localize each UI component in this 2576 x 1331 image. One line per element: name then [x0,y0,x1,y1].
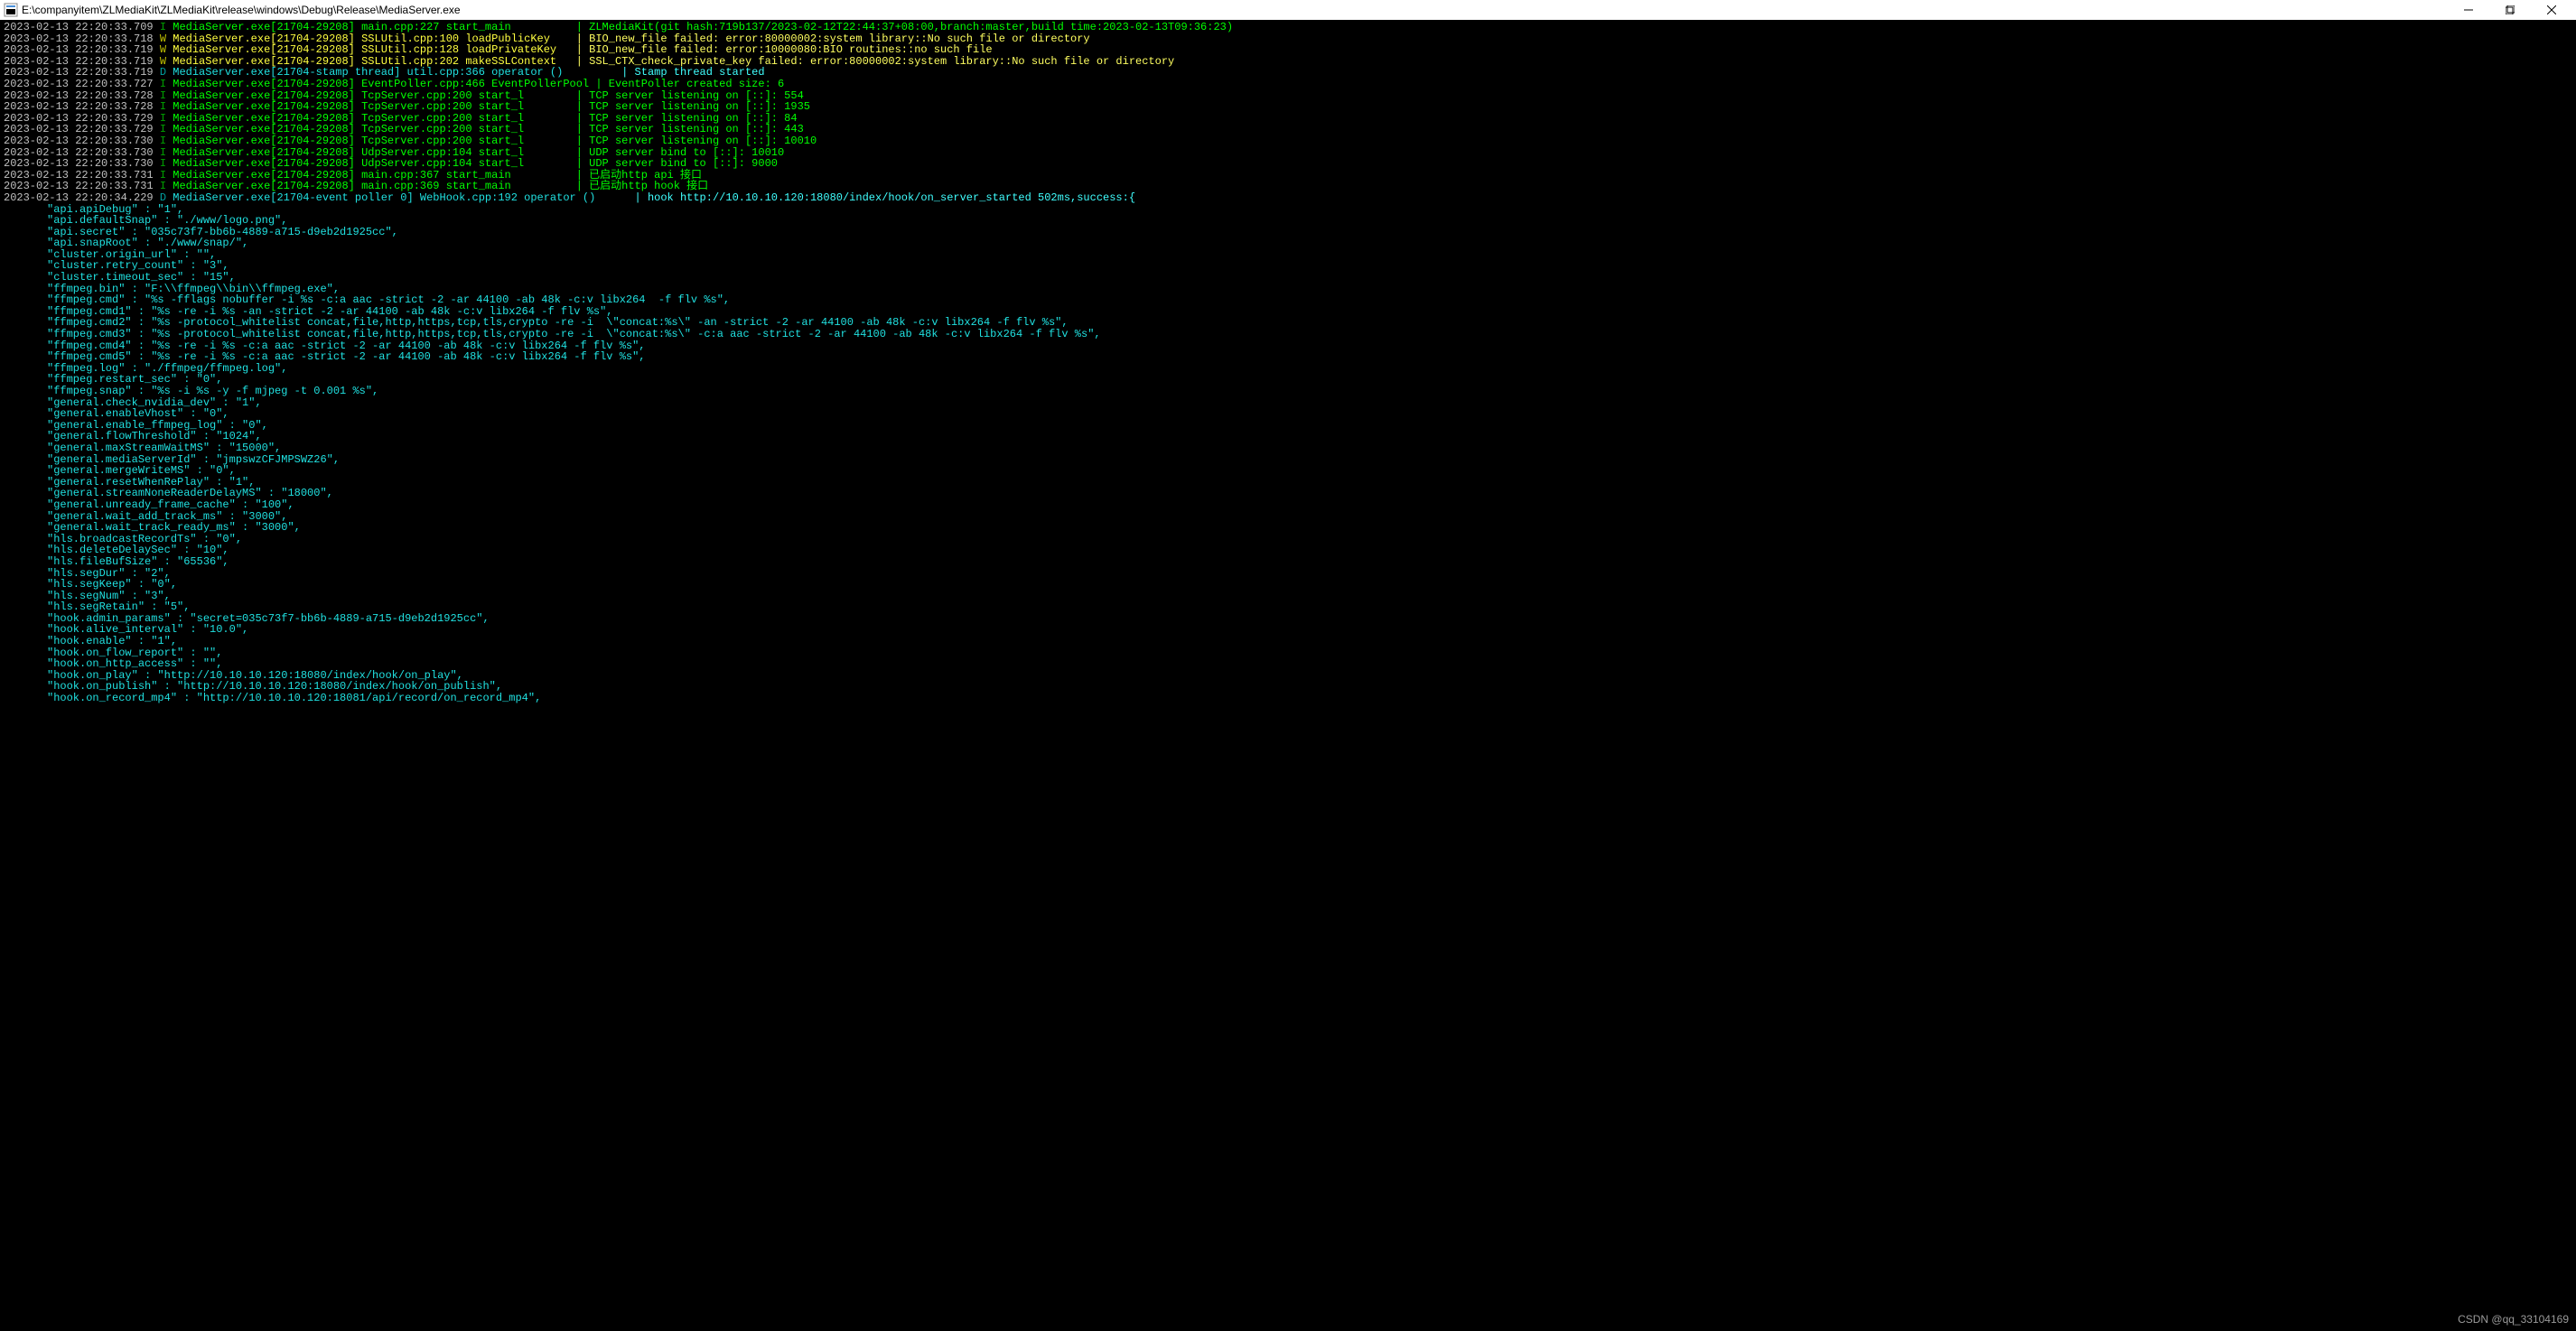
config-line: "ffmpeg.cmd3" : "%s -protocol_whitelist … [4,329,2572,340]
config-line: "ffmpeg.cmd5" : "%s -re -i %s -c:a aac -… [4,351,2572,363]
config-line: "general.maxStreamWaitMS" : "15000", [4,442,2572,454]
config-line: "general.unready_frame_cache" : "100", [4,499,2572,511]
close-button[interactable] [2531,0,2572,20]
config-line: "general.wait_track_ready_ms" : "3000", [4,522,2572,534]
config-line: "general.flowThreshold" : "1024", [4,431,2572,442]
config-line: "api.snapRoot" : "./www/snap/", [4,237,2572,249]
log-line: 2023-02-13 22:20:34.229 D MediaServer.ex… [4,192,2572,204]
config-line: "hls.segKeep" : "0", [4,579,2572,591]
watermark: CSDN @qq_33104169 [2458,1313,2569,1326]
config-line: "general.wait_add_track_ms" : "3000", [4,511,2572,523]
app-icon [4,3,18,17]
config-line: "hook.on_record_mp4" : "http://10.10.10.… [4,693,2572,704]
config-line: "cluster.timeout_sec" : "15", [4,272,2572,284]
console-output[interactable]: 2023-02-13 22:20:33.709 I MediaServer.ex… [0,20,2576,1331]
config-line: "hook.admin_params" : "secret=035c73f7-b… [4,613,2572,625]
maximize-button[interactable] [2489,0,2531,20]
config-line: "general.enableVhost" : "0", [4,408,2572,420]
config-line: "api.defaultSnap" : "./www/logo.png", [4,215,2572,227]
config-line: "ffmpeg.snap" : "%s -i %s -y -f mjpeg -t… [4,386,2572,397]
config-line: "hook.on_http_access" : "", [4,658,2572,670]
app-window: E:\companyitem\ZLMediaKit\ZLMediaKit\rel… [0,0,2576,1331]
window-title: E:\companyitem\ZLMediaKit\ZLMediaKit\rel… [22,4,461,16]
config-line: "general.resetWhenRePlay" : "1", [4,477,2572,489]
config-line: "hls.segRetain" : "5", [4,601,2572,613]
config-line: "cluster.retry_count" : "3", [4,260,2572,272]
config-line: "hls.deleteDelaySec" : "10", [4,544,2572,556]
config-line: "api.apiDebug" : "1", [4,204,2572,216]
config-line: "hls.segNum" : "3", [4,591,2572,602]
close-icon [2547,5,2556,14]
config-line: "hls.segDur" : "2", [4,568,2572,580]
titlebar[interactable]: E:\companyitem\ZLMediaKit\ZLMediaKit\rel… [0,0,2576,20]
config-line: "general.mediaServerId" : "jmpswzCFJMPSW… [4,454,2572,466]
config-line: "hook.alive_interval" : "10.0", [4,624,2572,636]
minimize-icon [2464,5,2473,14]
config-line: "ffmpeg.log" : "./ffmpeg/ffmpeg.log", [4,363,2572,375]
config-line: "hls.broadcastRecordTs" : "0", [4,534,2572,545]
config-line: "api.secret" : "035c73f7-bb6b-4889-a715-… [4,227,2572,238]
config-line: "hook.on_flow_report" : "", [4,647,2572,659]
config-line: "hook.enable" : "1", [4,636,2572,647]
config-line: "general.enable_ffmpeg_log" : "0", [4,420,2572,432]
config-line: "general.mergeWriteMS" : "0", [4,465,2572,477]
minimize-button[interactable] [2448,0,2489,20]
config-line: "general.streamNoneReaderDelayMS" : "180… [4,488,2572,499]
config-line: "hls.fileBufSize" : "65536", [4,556,2572,568]
config-line: "general.check_nvidia_dev" : "1", [4,397,2572,409]
config-line: "ffmpeg.restart_sec" : "0", [4,374,2572,386]
config-line: "cluster.origin_url" : "", [4,249,2572,261]
restore-icon [2506,5,2515,14]
config-line: "ffmpeg.cmd" : "%s -fflags nobuffer -i %… [4,294,2572,306]
